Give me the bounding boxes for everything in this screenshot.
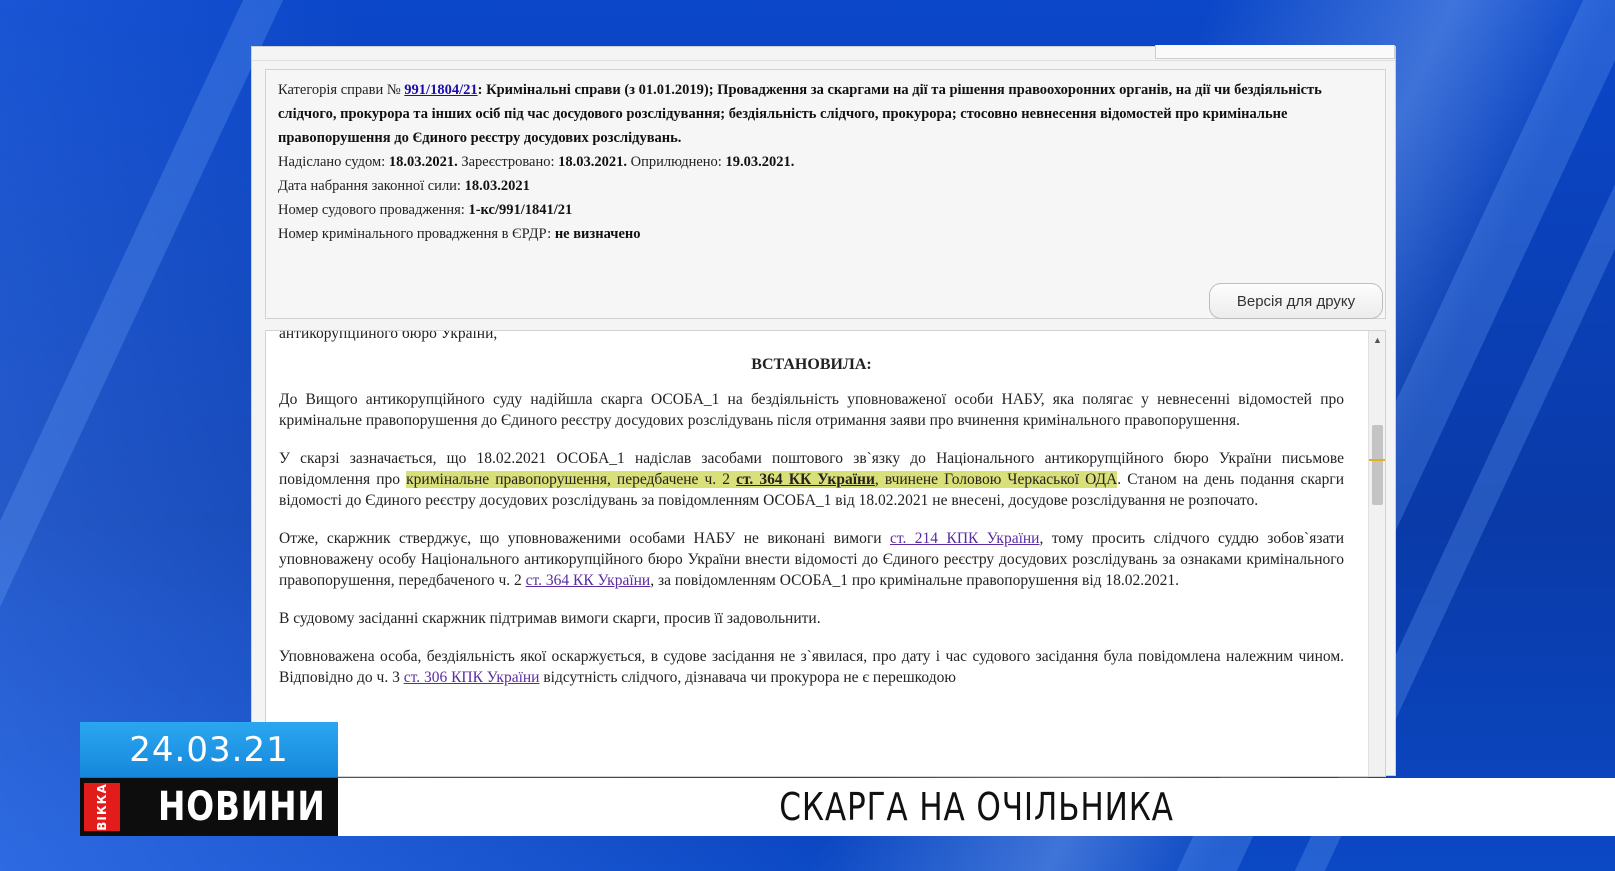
doc-paragraph-3: Отже, скаржник стверджує, що уповноважен… [279,530,1344,589]
scroll-position-marker [1369,459,1385,461]
article-214-link[interactable]: ст. 214 КПК України [890,530,1040,547]
news-label: НОВИНИ [158,784,326,830]
headline-text: СКАРГА НА ОЧІЛЬНИКА [779,785,1174,829]
document-text: антикорупційного бюро України, ВСТАНОВИЛ… [279,330,1344,705]
news-label-bar: ВІККА НОВИНИ [80,778,338,836]
highlighted-text: кримінальне правопорушення, передбачене … [406,471,1118,488]
browser-panel: Категорія справи № 991/1804/21: Кримінал… [251,45,1396,777]
doc-line-0: антикорупційного бюро України, [279,330,498,342]
erdr-number: Номер кримінального провадження в ЄРДР: … [278,226,641,242]
doc-paragraph-1: До Вищого антикорупційного суду надійшла… [279,391,1344,429]
print-version-button[interactable]: Версія для друку [1209,283,1383,319]
article-364-link-highlighted[interactable]: ст. 364 КК України [736,471,875,488]
doc-heading: ВСТАНОВИЛА: [751,356,872,373]
case-number-link[interactable]: 991/1804/21 [404,82,477,98]
panel-top-tab [1155,45,1395,59]
document-scrollbar[interactable]: ▲ [1368,331,1385,776]
doc-paragraph-2: У скарзі зазначається, що 18.02.2021 ОСО… [279,450,1344,509]
document-viewer[interactable]: антикорупційного бюро України, ВСТАНОВИЛ… [265,330,1386,777]
channel-logo-icon: ВІККА [84,783,120,831]
case-meta-box: Категорія справи № 991/1804/21: Кримінал… [265,69,1386,319]
case-dates: Надіслано судом: 18.03.2021. Зареєстрова… [278,154,795,170]
article-364-link[interactable]: ст. 364 КК України [526,572,651,589]
scroll-up-arrow-icon[interactable]: ▲ [1369,333,1385,347]
broadcast-date: 24.03.21 [80,722,338,777]
proceeding-number: Номер судового провадження: 1-кс/991/184… [278,202,573,218]
headline-bar: СКАРГА НА ОЧІЛЬНИКА [338,778,1615,836]
doc-paragraph-4: В судовому засіданні скаржник підтримав … [279,610,821,627]
article-306-link[interactable]: ст. 306 КПК України [404,669,540,686]
effective-date: Дата набрання законної сили: 18.03.2021 [278,178,530,194]
case-category: Категорія справи № 991/1804/21: Кримінал… [278,82,1322,146]
scroll-thumb[interactable] [1372,425,1383,505]
doc-paragraph-5: Уповноважена особа, бездіяльність якої о… [279,648,1344,686]
